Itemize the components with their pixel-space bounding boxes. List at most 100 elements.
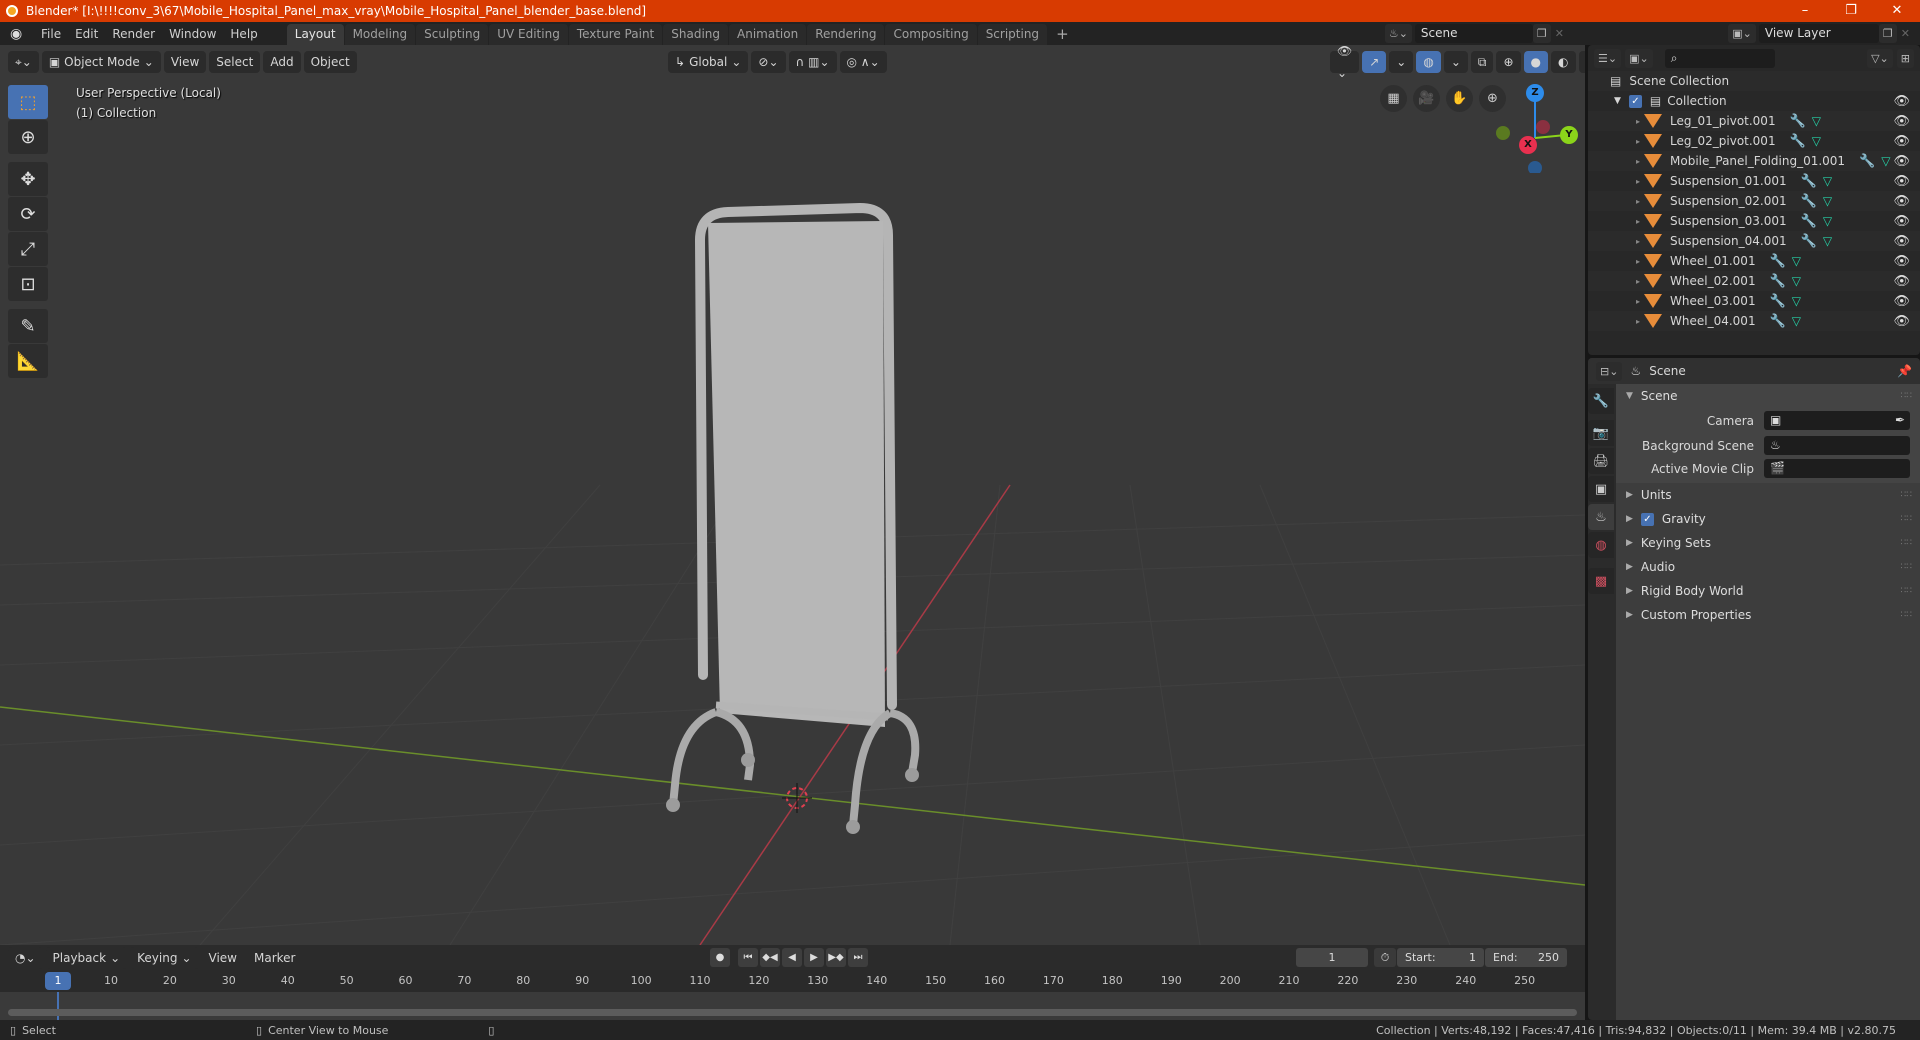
- mesh-data-icon[interactable]: ▽: [1812, 114, 1821, 128]
- audio-panel-header[interactable]: ▶ Audio ∷∷: [1616, 555, 1920, 579]
- drag-handle-icon[interactable]: ∷∷: [1901, 562, 1912, 572]
- menu-help[interactable]: Help: [223, 27, 264, 41]
- transform-tool[interactable]: ⊡: [8, 267, 48, 301]
- render-tab[interactable]: 📷: [1588, 420, 1614, 446]
- camera-view-icon[interactable]: 🎥: [1413, 85, 1440, 112]
- menu-marker[interactable]: Marker: [247, 947, 302, 969]
- expand-arrow-icon[interactable]: ▸: [1636, 197, 1640, 206]
- menu-window[interactable]: Window: [162, 27, 223, 41]
- rigid-body-world-panel-header[interactable]: ▶ Rigid Body World ∷∷: [1616, 579, 1920, 603]
- background-scene-field[interactable]: ♨: [1764, 436, 1910, 455]
- modifier-wrench-icon[interactable]: 🔧: [1801, 194, 1817, 209]
- gizmo-z-axis[interactable]: Z: [1526, 84, 1544, 102]
- mesh-data-icon[interactable]: ▽: [1881, 154, 1890, 168]
- scene-tab[interactable]: ♨: [1588, 504, 1614, 530]
- display-mode-button[interactable]: ▣⌄: [1625, 48, 1653, 68]
- gizmo-x-axis[interactable]: X: [1519, 136, 1537, 154]
- new-view-layer-icon[interactable]: ❐: [1878, 24, 1897, 43]
- measure-tool[interactable]: 📐: [8, 344, 48, 378]
- scene-collection-row[interactable]: ▤ Scene Collection: [1588, 71, 1920, 91]
- gizmo-y-axis[interactable]: Y: [1560, 126, 1578, 144]
- add-workspace-button[interactable]: +: [1048, 24, 1077, 45]
- mesh-data-icon[interactable]: ▽: [1792, 314, 1801, 328]
- navigation-gizmo[interactable]: Z Y X: [1490, 83, 1580, 173]
- expand-arrow-icon[interactable]: ▸: [1636, 217, 1640, 226]
- proportional-edit-toggle[interactable]: ◎ ∧⌄: [839, 50, 887, 73]
- visibility-eye-icon[interactable]: 👁: [1893, 134, 1910, 149]
- transform-orientation-selector[interactable]: ↳ Global ⌄: [668, 50, 749, 73]
- menu-keying[interactable]: Keying ⌄: [130, 946, 199, 969]
- texture-tab[interactable]: ▩: [1588, 568, 1614, 594]
- view-layer-browse-icon[interactable]: ▣⌄: [1728, 24, 1756, 43]
- editor-type-button[interactable]: ⌖⌄: [8, 50, 39, 73]
- menu-timeline-view[interactable]: View: [202, 947, 244, 969]
- mesh-data-icon[interactable]: ▽: [1792, 254, 1801, 268]
- close-button[interactable]: ✕: [1874, 0, 1920, 22]
- drag-handle-icon[interactable]: ∷∷: [1901, 586, 1912, 596]
- play-button[interactable]: ▶: [804, 948, 824, 967]
- visibility-eye-icon[interactable]: 👁: [1893, 254, 1910, 269]
- shading-solid[interactable]: ●: [1523, 50, 1549, 73]
- scene-name-field[interactable]: Scene: [1414, 24, 1533, 43]
- visibility-eye-icon[interactable]: 👁: [1893, 174, 1910, 189]
- tool-tab[interactable]: 🔧: [1588, 388, 1614, 414]
- visibility-selector[interactable]: 👁⌄: [1330, 45, 1360, 80]
- modifier-wrench-icon[interactable]: 🔧: [1801, 214, 1817, 229]
- custom-properties-panel-header[interactable]: ▶ Custom Properties ∷∷: [1616, 603, 1920, 627]
- tab-compositing[interactable]: Compositing: [885, 24, 977, 45]
- menu-view[interactable]: View: [163, 50, 207, 73]
- current-frame-indicator[interactable]: 1: [45, 972, 71, 990]
- expand-arrow-icon[interactable]: ▼: [1614, 96, 1621, 106]
- tab-layout[interactable]: Layout: [286, 24, 344, 45]
- outliner-object-row[interactable]: ▸ Wheel_04.001 🔧 ▽ 👁: [1588, 311, 1920, 331]
- menu-add[interactable]: Add: [263, 50, 301, 73]
- timeline-ruler[interactable]: 1 10 20 30 40 50 60 70 80 90 100 110 120 130 140 150 16…: [0, 970, 1585, 992]
- mesh-data-icon[interactable]: ▽: [1792, 274, 1801, 288]
- toggle-ortho-icon[interactable]: ▦: [1380, 85, 1407, 112]
- tab-shading[interactable]: Shading: [663, 24, 728, 45]
- shading-wireframe[interactable]: ⊕: [1496, 50, 1521, 73]
- snap-toggle[interactable]: ∩ ▥⌄: [788, 50, 837, 73]
- drag-handle-icon[interactable]: ∷∷: [1901, 514, 1912, 524]
- expand-arrow-icon[interactable]: ▸: [1636, 157, 1640, 166]
- maximize-button[interactable]: ❐: [1828, 0, 1874, 22]
- scene-browse-icon[interactable]: ♨⌄: [1384, 24, 1412, 43]
- outliner-object-row[interactable]: ▸ Suspension_04.001 🔧 ▽ 👁: [1588, 231, 1920, 251]
- rotate-tool[interactable]: ⟳: [8, 197, 48, 231]
- overlays-toggle[interactable]: ◍: [1416, 50, 1441, 73]
- visibility-eye-icon[interactable]: 👁: [1893, 94, 1910, 109]
- jump-prev-keyframe-button[interactable]: ◆◀: [760, 948, 780, 967]
- expand-arrow-icon[interactable]: ▸: [1636, 177, 1640, 186]
- tab-uv-editing[interactable]: UV Editing: [489, 24, 568, 45]
- mesh-data-icon[interactable]: ▽: [1823, 174, 1832, 188]
- blender-menu-icon[interactable]: ◉: [10, 26, 26, 42]
- eyedropper-icon[interactable]: ✒: [1895, 411, 1905, 430]
- visibility-eye-icon[interactable]: 👁: [1893, 194, 1910, 209]
- expand-arrow-icon[interactable]: ▸: [1636, 137, 1640, 146]
- mesh-data-icon[interactable]: ▽: [1792, 294, 1801, 308]
- modifier-wrench-icon[interactable]: 🔧: [1770, 274, 1786, 289]
- new-scene-icon[interactable]: ❐: [1532, 24, 1551, 43]
- annotate-tool[interactable]: ✎: [8, 309, 48, 343]
- tab-sculpting[interactable]: Sculpting: [416, 24, 489, 45]
- tab-texture-paint[interactable]: Texture Paint: [568, 24, 663, 45]
- properties-editor-type-button[interactable]: ⊟⌄: [1596, 361, 1623, 381]
- xray-toggle[interactable]: ⧉: [1470, 50, 1494, 73]
- menu-file[interactable]: File: [34, 27, 68, 41]
- drag-handle-icon[interactable]: ∷∷: [1901, 490, 1912, 500]
- mesh-data-icon[interactable]: ▽: [1823, 214, 1832, 228]
- tab-modeling[interactable]: Modeling: [344, 24, 416, 45]
- modifier-wrench-icon[interactable]: 🔧: [1801, 234, 1817, 249]
- jump-to-end-button[interactable]: ⏭: [848, 948, 868, 967]
- active-movie-clip-field[interactable]: 🎬: [1764, 459, 1910, 478]
- modifier-wrench-icon[interactable]: 🔧: [1770, 314, 1786, 329]
- outliner-object-row[interactable]: ▸ Suspension_03.001 🔧 ▽ 👁: [1588, 211, 1920, 231]
- expand-arrow-icon[interactable]: ▸: [1636, 297, 1640, 306]
- menu-select[interactable]: Select: [209, 50, 261, 73]
- modifier-wrench-icon[interactable]: 🔧: [1801, 174, 1817, 189]
- menu-edit[interactable]: Edit: [68, 27, 105, 41]
- minimize-button[interactable]: –: [1782, 0, 1828, 22]
- modifier-wrench-icon[interactable]: 🔧: [1770, 294, 1786, 309]
- world-tab[interactable]: ◍: [1588, 532, 1614, 558]
- shading-material[interactable]: ◐: [1551, 50, 1576, 73]
